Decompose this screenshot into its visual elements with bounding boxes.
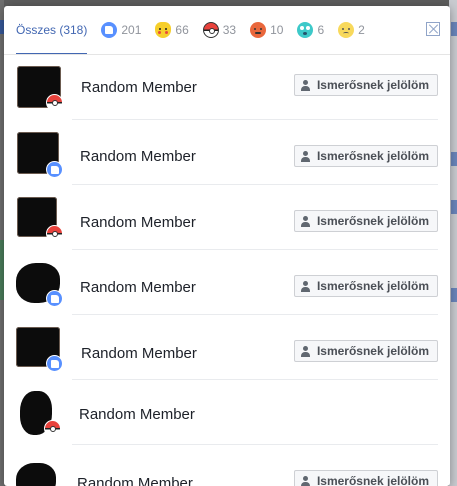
like-icon (46, 290, 63, 307)
tab-like-count: 201 (121, 23, 142, 37)
add-friend-button[interactable]: Ismerősnek jelölöm (293, 210, 438, 232)
add-friend-button[interactable]: Ismerősnek jelölöm (293, 145, 438, 167)
tab-wow[interactable]: 6 (297, 6, 324, 54)
add-friend-button[interactable]: Ismerősnek jelölöm (293, 340, 438, 362)
list-item: Random Member Ismerősnek jelölöm (4, 315, 450, 380)
person-plus-icon (300, 150, 311, 162)
tab-pokeball-count: 33 (222, 23, 237, 37)
add-friend-label: Ismerősnek jelölöm (316, 474, 429, 486)
tab-sad-count: 2 (358, 23, 365, 37)
list-item: Random Member Ismerősnek jelölöm (4, 185, 450, 250)
member-name[interactable]: Random Member (79, 406, 195, 423)
list-item: Random Member Ismerősnek jelölöm (4, 445, 450, 486)
pokeball-icon (46, 94, 63, 111)
pokeball-icon (44, 420, 61, 437)
tab-all-label: Összes (318) (16, 23, 88, 37)
tab-pikachu-count: 66 (175, 23, 189, 37)
list-item: Random Member Ismerősnek jelölöm (4, 55, 450, 120)
tab-pokeball[interactable]: 33 (202, 6, 237, 54)
member-name[interactable]: Random Member (81, 79, 197, 96)
reactions-dialog: Összes (318) 201 66 33 10 6 2 Random Mem… (4, 6, 450, 486)
person-plus-icon (300, 345, 311, 357)
list-item: Random Member Ismerősnek jelölöm (4, 120, 450, 185)
pokeball-icon (46, 225, 63, 242)
person-plus-icon (300, 215, 311, 227)
tab-like[interactable]: 201 (101, 6, 141, 54)
member-name[interactable]: Random Member (80, 214, 196, 231)
add-friend-label: Ismerősnek jelölöm (316, 344, 429, 358)
wow-icon (297, 22, 314, 38)
angry-icon (250, 22, 267, 38)
tab-wow-count: 6 (317, 23, 325, 37)
person-plus-icon (300, 79, 311, 91)
add-friend-label: Ismerősnek jelölöm (316, 279, 429, 293)
like-icon (46, 161, 63, 178)
person-plus-icon (300, 280, 311, 292)
member-name[interactable]: Random Member (80, 279, 196, 296)
like-icon (101, 22, 118, 38)
close-icon[interactable] (426, 22, 440, 36)
background-page-right (449, 0, 457, 486)
tab-sad[interactable]: 2 (338, 6, 365, 54)
member-name[interactable]: Random Member (77, 475, 193, 486)
sad-icon (338, 22, 355, 38)
pikachu-icon (155, 22, 172, 38)
add-friend-label: Ismerősnek jelölöm (316, 78, 429, 92)
like-icon (46, 355, 63, 372)
tab-angry-count: 10 (270, 23, 284, 37)
tab-all[interactable]: Összes (318) (16, 6, 88, 55)
member-name[interactable]: Random Member (81, 345, 197, 362)
add-friend-button[interactable]: Ismerősnek jelölöm (293, 74, 438, 96)
reaction-tabs: Összes (318) 201 66 33 10 6 2 (16, 6, 450, 55)
add-friend-label: Ismerősnek jelölöm (316, 149, 429, 163)
member-name[interactable]: Random Member (80, 148, 196, 165)
add-friend-button[interactable]: Ismerősnek jelölöm (293, 275, 438, 297)
add-friend-label: Ismerősnek jelölöm (316, 214, 429, 228)
pokeball-icon (202, 22, 219, 38)
list-item: Random Member (4, 380, 450, 445)
list-item: Random Member Ismerősnek jelölöm (4, 250, 450, 315)
tab-pikachu[interactable]: 66 (155, 6, 189, 54)
person-plus-icon (300, 475, 311, 486)
avatar[interactable] (16, 463, 56, 486)
add-friend-button[interactable]: Ismerősnek jelölöm (293, 470, 438, 486)
tab-angry[interactable]: 10 (250, 6, 283, 54)
